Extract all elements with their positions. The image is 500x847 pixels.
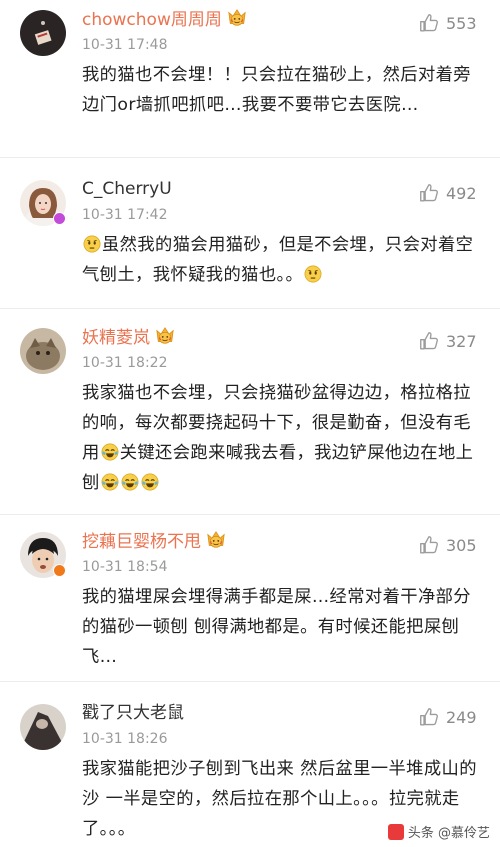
- comment-text: 虽然我的猫会用猫砂，但是不会埋，只会对着空气刨土，我怀疑我的猫也。。: [82, 230, 482, 290]
- username[interactable]: 挖藕巨婴杨不甩: [82, 530, 227, 553]
- username[interactable]: chowchow周周周: [82, 8, 248, 31]
- tears-of-joy-emoji-icon: [101, 473, 119, 491]
- timestamp: 10-31 18:26: [82, 731, 168, 747]
- timestamp: 10-31 18:22: [82, 355, 168, 371]
- thumbs-up-icon[interactable]: [418, 706, 440, 728]
- doubt-emoji-icon: [304, 265, 322, 283]
- comment-text-part: 虽然我的猫会用猫砂，但是不会埋，只会对着空气刨土，我怀疑我的猫也。。: [82, 235, 474, 285]
- username[interactable]: 妖精菱岚: [82, 326, 176, 349]
- username-text[interactable]: 妖精菱岚: [82, 328, 150, 348]
- comment-text: 我的猫也不会埋！！只会拉在猫砂上，然后对着旁边门or墙抓吧抓吧…我要不要带它去医…: [82, 65, 471, 115]
- comment-item: 妖精菱岚 10-31 18:22 327 我家猫也不会埋，只会挠猫砂盆得边边，格…: [0, 326, 500, 506]
- avatar[interactable]: [20, 10, 66, 56]
- avatar[interactable]: [20, 704, 66, 750]
- thumbs-up-icon[interactable]: [418, 12, 440, 34]
- like-count[interactable]: 305: [446, 536, 477, 556]
- like-count[interactable]: 249: [446, 708, 477, 728]
- divider: [0, 681, 500, 682]
- timestamp: 10-31 17:42: [82, 207, 168, 223]
- thumbs-up-icon[interactable]: [418, 330, 440, 352]
- watermark-text: 头条 @慕伶艺: [407, 826, 490, 841]
- vip-crown-badge-icon: [205, 530, 227, 550]
- comment-item: 挖藕巨婴杨不甩 10-31 18:54 305 我的猫埋屎会埋得满手都是屎…经常…: [0, 530, 500, 680]
- thumbs-up-icon[interactable]: [418, 182, 440, 204]
- watermark: 头条 @慕伶艺: [387, 822, 490, 841]
- username-text[interactable]: 戳了只大老鼠: [82, 703, 184, 723]
- avatar[interactable]: [20, 328, 66, 374]
- divider: [0, 514, 500, 515]
- like-count[interactable]: 492: [446, 184, 477, 204]
- divider: [0, 308, 500, 309]
- comment-item: 戳了只大老鼠 10-31 18:26 249 我家猫能把沙子刨到飞出来 然后盆里…: [0, 702, 500, 842]
- username-text[interactable]: C_CherryU: [82, 179, 172, 199]
- username-text[interactable]: 挖藕巨婴杨不甩: [82, 532, 201, 552]
- comment-item: C_CherryU 10-31 17:42 492 虽然我的猫会用猫砂，但是不会…: [0, 178, 500, 308]
- timestamp: 10-31 17:48: [82, 37, 168, 53]
- verified-badge-icon: [53, 564, 66, 577]
- thumbs-up-icon[interactable]: [418, 534, 440, 556]
- username-text[interactable]: chowchow周周周: [82, 10, 222, 30]
- vip-crown-badge-icon: [154, 326, 176, 346]
- tears-of-joy-emoji-icon: [121, 473, 139, 491]
- username[interactable]: 戳了只大老鼠: [82, 702, 184, 724]
- divider: [0, 157, 500, 158]
- verified-badge-icon: [53, 212, 66, 225]
- tears-of-joy-emoji-icon: [141, 473, 159, 491]
- timestamp: 10-31 18:54: [82, 559, 168, 575]
- comment-item: chowchow周周周 10-31 17:48 553 我的猫也不会埋！！只会拉…: [0, 8, 500, 148]
- comment-text: 我家猫也不会埋，只会挠猫砂盆得边边，格拉格拉的响，每次都要挠起码十下，很是勤奋，…: [82, 378, 482, 498]
- toutiao-logo-icon: [387, 823, 404, 840]
- username[interactable]: C_CherryU: [82, 178, 172, 200]
- like-count[interactable]: 327: [446, 332, 477, 352]
- vip-crown-badge-icon: [226, 8, 248, 28]
- comment-text: 我的猫埋屎会埋得满手都是屎…经常对着干净部分的猫砂一顿刨 刨得满地都是。有时候还…: [82, 587, 471, 667]
- tears-of-joy-emoji-icon: [101, 443, 119, 461]
- doubt-emoji-icon: [83, 235, 101, 253]
- like-count[interactable]: 553: [446, 14, 477, 34]
